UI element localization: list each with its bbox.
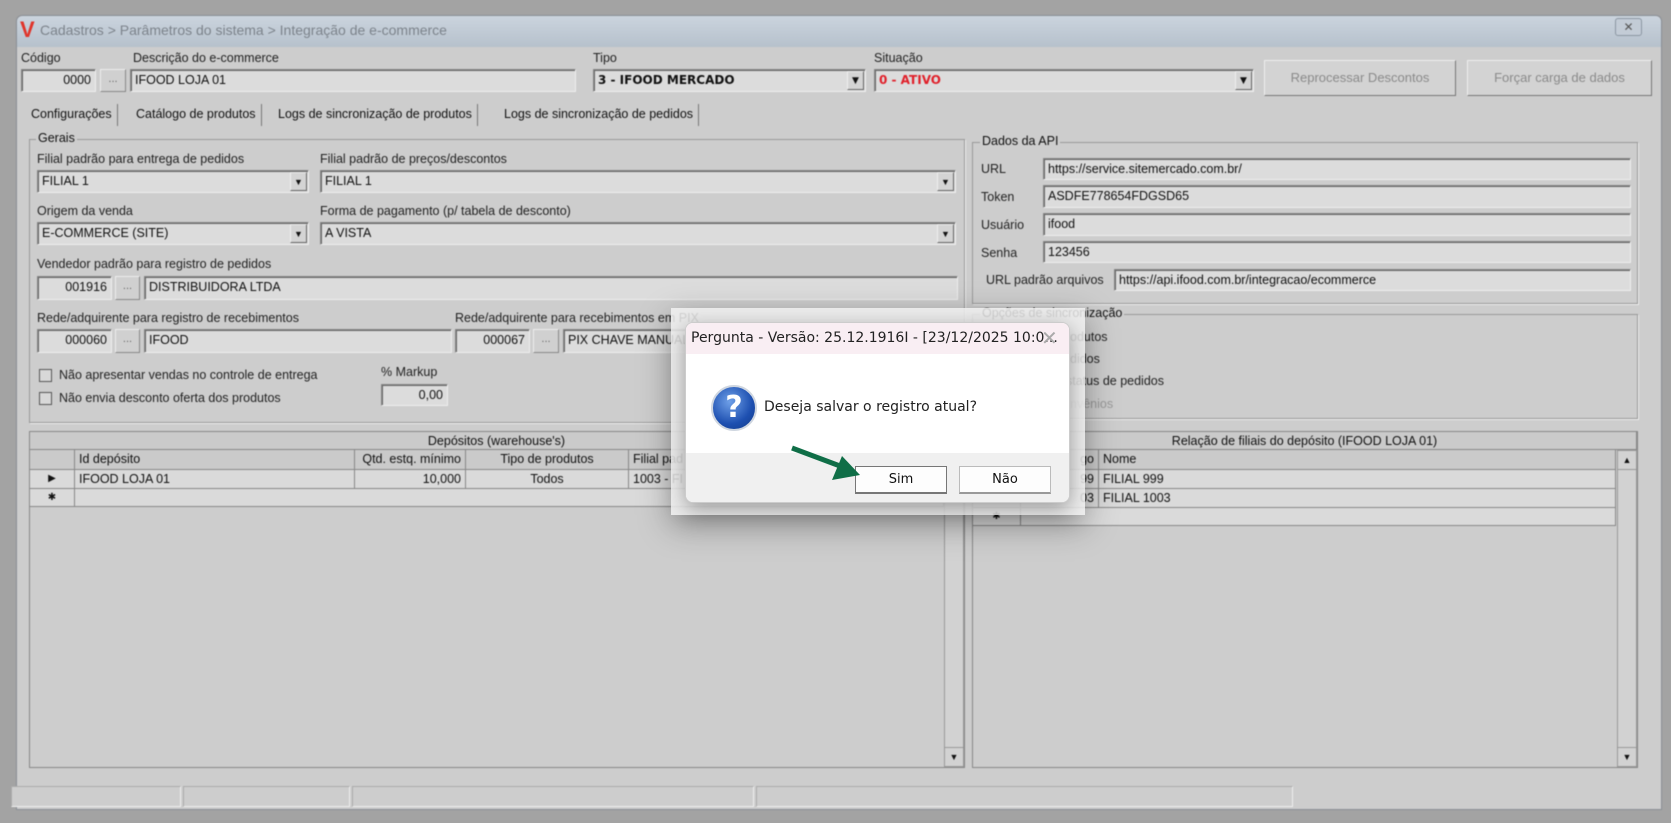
cell-nome[interactable]: FILIAL 999 [1099,470,1616,489]
cell-nome[interactable]: FILIAL 1003 [1099,489,1616,508]
codigo-label: Código [21,51,61,65]
question-icon: ? [711,385,757,431]
rede-pix-code-input[interactable]: 000067 [455,329,530,353]
scroll-down-icon[interactable]: ▼ [1617,747,1637,767]
tipo-select[interactable]: 3 - IFOOD MERCADO ▼ [593,69,866,92]
vendedor-label: Vendedor padrão para registro de pedidos [37,257,272,271]
nao-apresentar-label: Não apresentar vendas no controle de ent… [59,368,318,382]
cell-tipo[interactable]: Todos [466,470,629,489]
filial-entrega-value: FILIAL 1 [42,174,89,188]
rede-label: Rede/adquirente para registro de recebim… [37,311,299,325]
forma-pagamento-label: Forma de pagamento (p/ tabela de descont… [320,204,571,218]
markup-input[interactable]: 0,00 [381,384,448,406]
scroll-up-icon[interactable]: ▲ [1617,450,1637,470]
senha-input[interactable]: 123456 [1043,241,1631,263]
forcar-carga-button[interactable]: Forçar carga de dados [1467,60,1652,96]
gerais-title: Gerais [36,131,77,145]
chevron-down-icon[interactable]: ▼ [937,172,954,191]
col-qtd[interactable]: Qtd. estq. mínimo [355,450,466,470]
rede-lookup-button[interactable]: ... [115,329,140,353]
situacao-label: Situação [874,51,923,65]
new-row-icon[interactable]: ✱ [30,489,75,507]
nao-button[interactable]: Não [959,466,1051,494]
dialog-title: Pergunta - Versão: 25.12.1916I - [23/12/… [686,323,1069,354]
status-panel-2 [183,786,350,807]
nao-envia-label: Não envia desconto oferta dos produtos [59,391,281,405]
tab-logs-pedidos[interactable]: Logs de sincronização de pedidos [499,104,700,126]
chevron-down-icon[interactable]: ▼ [1235,71,1252,90]
cell-id[interactable]: IFOOD LOJA 01 [75,470,355,489]
window-title: Cadastros > Parâmetros do sistema > Inte… [40,22,447,38]
origem-label: Origem da venda [37,204,133,218]
tab-configuracoes[interactable]: Configurações [26,104,118,126]
chevron-down-icon[interactable]: ▼ [290,224,307,243]
chevron-down-icon[interactable]: ▼ [847,71,864,90]
nao-envia-checkbox[interactable] [39,392,52,405]
situacao-value: 0 - ATIVO [879,73,941,87]
tipo-label: Tipo [593,51,617,65]
usuario-input[interactable]: ifood [1043,213,1631,236]
forma-pagamento-select[interactable]: A VISTA ▼ [320,222,956,245]
col-nome[interactable]: Nome [1099,450,1616,470]
close-icon[interactable]: ✕ [1615,18,1642,36]
chevron-down-icon[interactable]: ▼ [937,224,954,243]
nao-apresentar-checkbox[interactable] [39,369,52,382]
filial-precos-label: Filial padrão de preços/descontos [320,152,507,166]
new-row[interactable] [1021,508,1616,526]
rede-pix-lookup-button[interactable]: ... [533,329,559,353]
row-indicator-icon[interactable]: ▶ [30,470,75,489]
senha-label: Senha [981,246,1018,260]
vendedor-code-input[interactable]: 001916 [37,276,112,300]
usuario-label: Usuário [981,218,1025,232]
url-input[interactable]: https://service.sitemercado.com.br/ [1043,158,1631,180]
tab-catalogo[interactable]: Catálogo de produtos [131,104,262,126]
forma-pagamento-value: A VISTA [325,226,372,240]
cell-qtd[interactable]: 10,000 [355,470,466,489]
origem-value: E-COMMERCE (SITE) [42,226,169,240]
markup-label: % Markup [381,365,438,379]
filiais-scrollbar[interactable] [1617,450,1637,767]
filial-precos-value: FILIAL 1 [325,174,372,188]
descricao-input[interactable]: IFOOD LOJA 01 [130,69,576,92]
dialog-close-icon[interactable]: ✕ [1041,326,1058,350]
filial-entrega-label: Filial padrão para entrega de pedidos [37,152,245,166]
url-arquivos-label: URL padrão arquivos [986,273,1104,287]
reprocessar-descontos-button[interactable]: Reprocessar Descontos [1264,60,1456,96]
col-id-deposito[interactable]: Id depósito [75,450,355,470]
rede-name-input[interactable]: IFOOD [144,329,452,353]
chevron-down-icon[interactable]: ▼ [290,172,307,191]
token-input[interactable]: ASDFE778654FDGSD65 [1043,185,1631,208]
vendedor-lookup-button[interactable]: ... [115,276,140,300]
vendedor-name-input[interactable]: DISTRIBUIDORA LTDA [144,276,958,300]
descricao-label: Descrição do e-commerce [133,51,279,65]
token-label: Token [981,190,1015,204]
api-title: Dados da API [980,134,1061,148]
url-label: URL [981,162,1007,176]
url-arquivos-input[interactable]: https://api.ifood.com.br/integracao/ecom… [1114,269,1631,291]
rede-code-input[interactable]: 000060 [37,329,112,353]
scroll-down-icon[interactable]: ▼ [944,747,964,767]
situacao-select[interactable]: 0 - ATIVO ▼ [874,69,1254,92]
status-panel-4 [756,786,1293,807]
arrow-pointer-icon [791,445,860,480]
codigo-lookup-button[interactable]: ... [100,69,126,92]
codigo-input[interactable]: 0000 [21,69,96,92]
dialog-message: Deseja salvar o registro atual? [764,399,977,415]
status-panel-3 [352,786,754,807]
tipo-value: 3 - IFOOD MERCADO [598,73,735,87]
col-tipo[interactable]: Tipo de produtos [466,450,629,470]
status-panel-1 [11,786,181,807]
indicator-header [30,450,75,470]
rede-pix-label: Rede/adquirente para recebimentos em PIX [455,311,699,325]
filial-precos-select[interactable]: FILIAL 1 ▼ [320,170,956,193]
tab-logs-produtos[interactable]: Logs de sincronização de produtos [273,104,478,126]
origem-select[interactable]: E-COMMERCE (SITE) ▼ [37,222,309,245]
app-logo: V [20,17,35,42]
filial-entrega-select[interactable]: FILIAL 1 ▼ [37,170,309,193]
